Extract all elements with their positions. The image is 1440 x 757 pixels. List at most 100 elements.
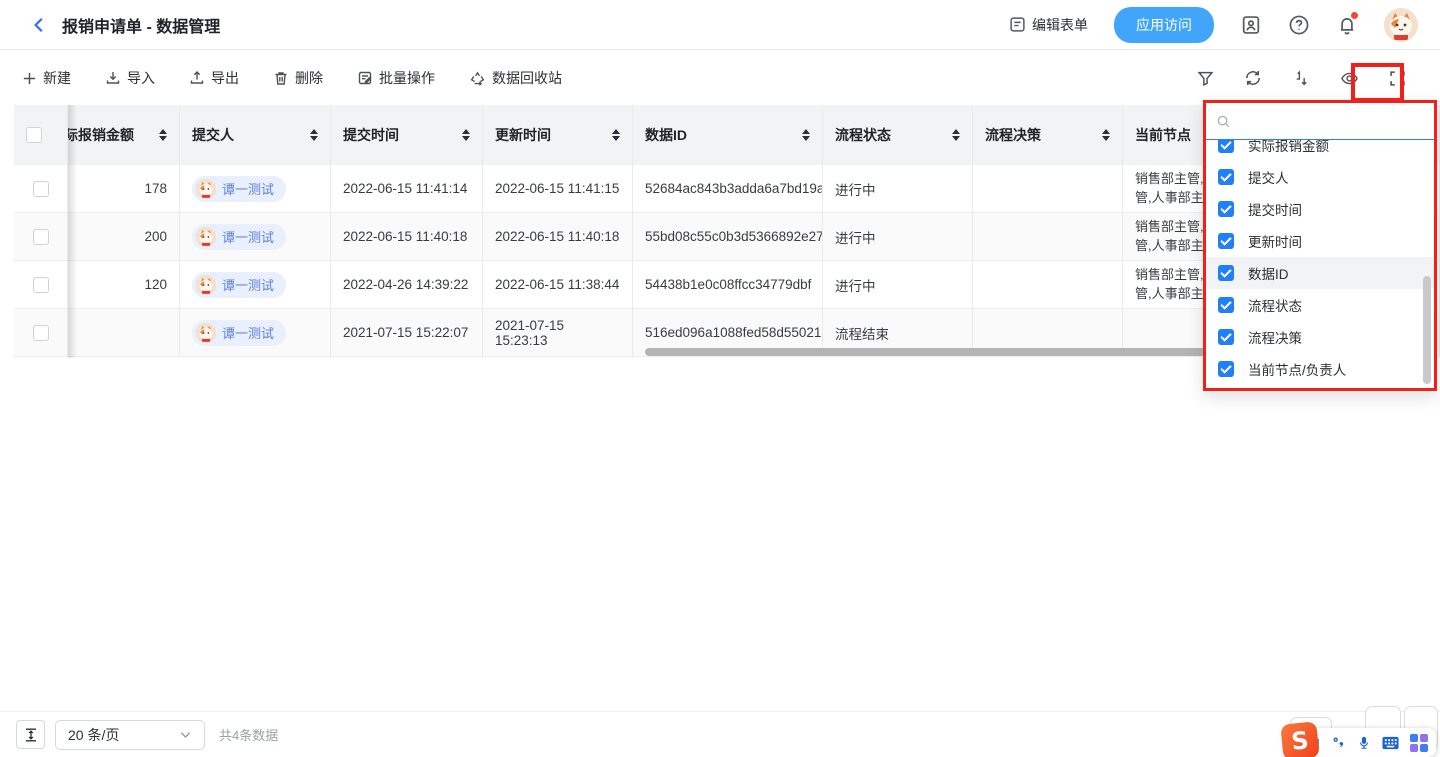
- select-all-checkbox[interactable]: [26, 127, 42, 143]
- column-header-update_time[interactable]: 更新时间: [483, 105, 633, 165]
- row-checkbox-cell: [14, 309, 68, 356]
- export-icon: [189, 70, 205, 86]
- sogou-logo-icon[interactable]: S: [1280, 721, 1320, 757]
- sort-arrows-icon[interactable]: [1102, 129, 1110, 141]
- panel-item-4[interactable]: 数据ID: [1206, 257, 1434, 289]
- checked-checkbox[interactable]: [1218, 233, 1234, 249]
- row-checkbox[interactable]: [33, 277, 49, 293]
- checked-checkbox[interactable]: [1218, 361, 1234, 377]
- cell-submit_time: 2021-07-15 15:22:07: [331, 309, 483, 356]
- cell-update_time: 2022-06-15 11:41:15: [483, 165, 633, 212]
- fullscreen-icon[interactable]: [1380, 62, 1414, 94]
- export-button[interactable]: 导出: [189, 68, 239, 88]
- app-access-button[interactable]: 应用访问: [1114, 7, 1214, 43]
- checked-checkbox[interactable]: [1218, 265, 1234, 281]
- cell-amount: 200: [68, 213, 180, 260]
- panel-item-7[interactable]: 当前节点/负责人: [1206, 353, 1434, 385]
- panel-item-label: 更新时间: [1248, 231, 1302, 251]
- panel-item-label: 流程状态: [1248, 295, 1302, 315]
- import-button[interactable]: 导入: [105, 68, 155, 88]
- notification-dot: [1351, 12, 1358, 19]
- cell-submit_time: 2022-04-26 14:39:22: [331, 261, 483, 308]
- column-header-label: 流程状态: [835, 125, 891, 145]
- column-header-status[interactable]: 流程状态: [823, 105, 973, 165]
- panel-item-label: 提交时间: [1248, 199, 1302, 219]
- footer-bar: 20 条/页 共4条数据: [0, 711, 1440, 757]
- current-node-text: 销售部主管,管,人事部主: [1135, 218, 1204, 256]
- cell-decision: [973, 261, 1123, 308]
- cell-status: 进行中: [823, 165, 973, 212]
- row-checkbox-cell: [14, 165, 68, 212]
- batch-operation-button[interactable]: 批量操作: [357, 68, 435, 88]
- column-search-input[interactable]: [1239, 114, 1424, 129]
- notification-bell-icon[interactable]: [1336, 14, 1358, 36]
- plus-icon: [22, 71, 37, 86]
- user-avatar[interactable]: [1384, 8, 1418, 42]
- column-header-decision[interactable]: 流程决策: [973, 105, 1123, 165]
- column-header-label: 提交时间: [343, 125, 399, 145]
- submitter-pill[interactable]: 谭一测试: [192, 176, 286, 202]
- total-count-label: 共4条数据: [219, 725, 278, 744]
- panel-item-6[interactable]: 流程决策: [1206, 321, 1434, 353]
- ime-punctuation-icon[interactable]: [1331, 735, 1346, 750]
- sort-arrows-icon[interactable]: [310, 129, 318, 141]
- back-icon[interactable]: [30, 15, 50, 35]
- panel-item-3[interactable]: 更新时间: [1206, 225, 1434, 257]
- sort-icon[interactable]: [1284, 62, 1318, 94]
- cell-update_time: 2022-06-15 11:40:18: [483, 213, 633, 260]
- sort-arrows-icon[interactable]: [952, 129, 960, 141]
- column-header-submitter[interactable]: 提交人: [180, 105, 331, 165]
- new-record-button[interactable]: 新建: [22, 68, 71, 88]
- ime-keyboard-icon[interactable]: [1382, 736, 1399, 750]
- contacts-icon[interactable]: [1240, 14, 1262, 36]
- column-header-amount[interactable]: 际报销金额: [68, 105, 180, 165]
- app-window: 报销申请单 - 数据管理 编辑表单 应用访问: [0, 0, 1440, 757]
- column-header-submit_time[interactable]: 提交时间: [331, 105, 483, 165]
- column-header-label: 流程决策: [985, 125, 1041, 145]
- cell-status: 进行中: [823, 213, 973, 260]
- checked-checkbox[interactable]: [1218, 329, 1234, 345]
- panel-search-box[interactable]: [1206, 103, 1434, 140]
- column-visibility-eye-icon[interactable]: [1332, 62, 1366, 94]
- current-node-text: 销售部主管,管,人事部主: [1135, 170, 1204, 208]
- column-header-label: 提交人: [192, 125, 234, 145]
- row-checkbox[interactable]: [33, 181, 49, 197]
- cell-submit_time: 2022-06-15 11:40:18: [331, 213, 483, 260]
- panel-item-5[interactable]: 流程状态: [1206, 289, 1434, 321]
- checked-checkbox[interactable]: [1218, 201, 1234, 217]
- submitter-pill[interactable]: 谭一测试: [192, 320, 286, 346]
- row-checkbox[interactable]: [33, 229, 49, 245]
- ime-voice-icon[interactable]: [1357, 735, 1371, 750]
- column-header-data_id[interactable]: 数据ID: [633, 105, 823, 165]
- help-icon[interactable]: [1288, 14, 1310, 36]
- sort-arrows-icon[interactable]: [159, 129, 167, 141]
- delete-button[interactable]: 删除: [273, 68, 323, 88]
- refresh-icon[interactable]: [1236, 62, 1270, 94]
- column-checkbox-list: 实际报销金额提交人提交时间更新时间数据ID流程状态流程决策当前节点/负责人: [1206, 129, 1434, 385]
- sort-arrows-icon[interactable]: [612, 129, 620, 141]
- ime-toolbar: S 中: [1285, 728, 1436, 757]
- cell-amount: 120: [68, 261, 180, 308]
- chevron-down-icon: [179, 728, 192, 741]
- panel-scrollbar[interactable]: [1423, 276, 1431, 384]
- cell-update_time: 2021-07-15 15:23:13: [483, 309, 633, 356]
- row-height-button[interactable]: [16, 720, 45, 749]
- cell-decision: [973, 213, 1123, 260]
- filter-icon[interactable]: [1188, 62, 1222, 94]
- edit-form-button[interactable]: 编辑表单: [1009, 15, 1088, 35]
- checked-checkbox[interactable]: [1218, 297, 1234, 313]
- sort-arrows-icon[interactable]: [462, 129, 470, 141]
- panel-item-2[interactable]: 提交时间: [1206, 193, 1434, 225]
- recycle-bin-button[interactable]: 数据回收站: [469, 68, 562, 88]
- checked-checkbox[interactable]: [1218, 169, 1234, 185]
- cell-data_id: 54438b1e0c08ffcc34779dbf: [633, 261, 823, 308]
- page-size-select[interactable]: 20 条/页: [55, 720, 205, 750]
- submitter-pill[interactable]: 谭一测试: [192, 224, 286, 250]
- sort-arrows-icon[interactable]: [802, 129, 810, 141]
- panel-item-1[interactable]: 提交人: [1206, 161, 1434, 193]
- submitter-pill[interactable]: 谭一测试: [192, 272, 286, 298]
- ime-apps-grid-icon[interactable]: [1410, 734, 1428, 752]
- top-header-bar: 报销申请单 - 数据管理 编辑表单 应用访问: [0, 0, 1440, 50]
- row-checkbox[interactable]: [33, 325, 49, 341]
- column-header-label: 际报销金额: [68, 125, 134, 145]
